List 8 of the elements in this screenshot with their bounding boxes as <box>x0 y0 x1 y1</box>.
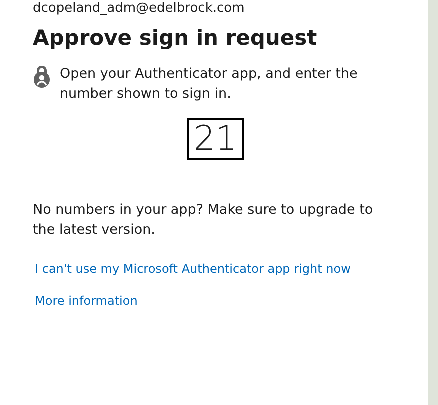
account-email: dcopeland_adm@edelbrock.com <box>33 1 245 16</box>
sign-in-number: 21 <box>186 118 244 160</box>
upgrade-note: No numbers in your app? Make sure to upgrade to the latest version. <box>33 201 374 240</box>
page-title: Approve sign in request <box>33 26 318 50</box>
lock-icon <box>33 65 51 89</box>
help-link[interactable]: I can't use my Microsoft Authenticator app right now <box>35 262 351 276</box>
help-link[interactable]: More information <box>35 294 138 308</box>
instruction-text: Open your Authenticator app, and enter the number shown to sign in. <box>60 65 359 104</box>
